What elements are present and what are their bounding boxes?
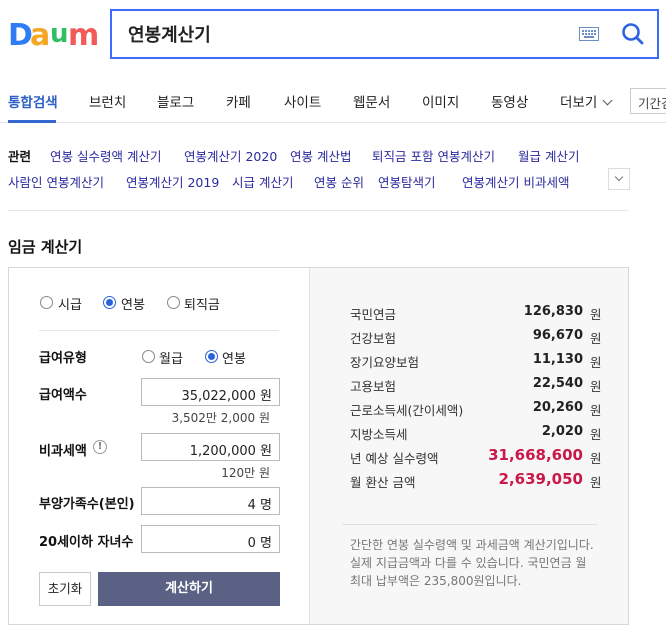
result-label: 장기요양보험 xyxy=(350,355,420,370)
related-link[interactable]: 연봉 계산법 xyxy=(290,146,351,165)
svg-text:u: u xyxy=(50,19,69,49)
result-value: 11,130 xyxy=(532,352,583,367)
active-tab-indicator xyxy=(8,120,56,123)
monthly-net-value: 2,639,050 xyxy=(498,470,583,488)
info-icon[interactable]: ! xyxy=(93,440,107,454)
chevron-down-icon xyxy=(602,95,613,106)
divider xyxy=(342,524,597,525)
nontax-hint: 120만 원 xyxy=(221,466,270,480)
tab-more[interactable]: 더보기 xyxy=(560,91,613,111)
related-link[interactable]: 연봉계산기 2019 xyxy=(126,172,219,191)
nontax-input[interactable]: 1,200,000 원 xyxy=(141,433,280,461)
related-link[interactable]: 시급 계산기 xyxy=(232,172,293,191)
pay-annual-radio[interactable] xyxy=(205,350,218,363)
result-label: 년 예상 실수령액 xyxy=(350,451,439,466)
annual-net-value: 31,668,600 xyxy=(488,446,583,464)
divider xyxy=(8,210,628,211)
mode-annual-radio[interactable] xyxy=(103,296,116,309)
salary-input[interactable]: 35,022,000 원 xyxy=(141,378,280,406)
related-link[interactable]: 연봉 순위 xyxy=(314,172,364,191)
search-icon[interactable] xyxy=(618,19,648,49)
reset-button[interactable]: 초기화 xyxy=(39,572,91,606)
result-label: 고용보험 xyxy=(350,379,397,394)
children-input[interactable]: 0 명 xyxy=(141,525,280,553)
related-searches: 관련 연봉 실수령액 계산기 연봉계산기 2020 연봉 계산법 퇴직금 포함 … xyxy=(8,146,630,196)
header: D a u m xyxy=(0,0,666,78)
tab-cafe[interactable]: 카페 xyxy=(226,91,251,111)
dependents-input[interactable]: 4 명 xyxy=(141,487,280,515)
tab-integrated[interactable]: 통합검색 xyxy=(8,91,58,111)
related-link[interactable]: 연봉탐색기 xyxy=(378,172,436,191)
result-unit: 원 xyxy=(590,379,602,394)
result-unit: 원 xyxy=(590,307,602,322)
mode-hourly-label: 시급 xyxy=(58,298,82,313)
chevron-down-icon xyxy=(614,172,624,182)
related-link[interactable]: 연봉 실수령액 계산기 xyxy=(50,146,161,165)
mode-hourly-radio[interactable] xyxy=(40,296,53,309)
result-unit: 원 xyxy=(590,475,602,490)
salary-hint: 3,502만 2,000 원 xyxy=(171,411,270,425)
result-unit: 원 xyxy=(590,403,602,418)
related-link[interactable]: 퇴직금 포함 연봉계산기 xyxy=(372,146,495,165)
result-label: 월 환산 금액 xyxy=(350,475,416,490)
related-link[interactable]: 월급 계산기 xyxy=(518,146,579,165)
mode-annual-label: 연봉 xyxy=(121,298,145,313)
calculator-input-panel: 시급 연봉 퇴직금 급여유형 월급 연봉 급여액수 35,022,000 원 3… xyxy=(9,268,309,624)
mode-severance-label: 퇴직금 xyxy=(184,298,220,313)
dependents-label: 부양가족수(본인) xyxy=(39,497,135,512)
result-value: 126,830 xyxy=(523,304,583,319)
svg-text:a: a xyxy=(30,18,50,53)
tab-site[interactable]: 사이트 xyxy=(284,91,321,111)
result-note: 간단한 연봉 실수령액 및 과세금액 계산기입니다. 실제 지급금액과 다를 수… xyxy=(350,538,594,588)
nontax-label: 비과세액 xyxy=(39,444,87,459)
tab-webdoc[interactable]: 웹문서 xyxy=(353,91,390,111)
result-label: 건강보험 xyxy=(350,331,397,346)
svg-text:m: m xyxy=(68,18,98,53)
related-link[interactable]: 연봉계산기 2020 xyxy=(184,146,277,165)
related-label: 관련 xyxy=(8,149,32,164)
calculator-result-panel: 국민연금 126,830 원 건강보험 96,670 원 장기요양보험 11,1… xyxy=(309,268,628,624)
result-label: 지방소득세 xyxy=(350,427,408,442)
divider xyxy=(39,330,279,331)
pay-type-label: 급여유형 xyxy=(39,351,87,366)
mode-severance-radio[interactable] xyxy=(167,296,180,309)
children-label: 20세이하 자녀수 xyxy=(39,535,134,550)
result-label: 국민연금 xyxy=(350,307,397,322)
daum-logo[interactable]: D a u m xyxy=(8,14,98,54)
result-unit: 원 xyxy=(590,355,602,370)
related-expand-button[interactable] xyxy=(608,168,630,190)
result-unit: 원 xyxy=(590,427,602,442)
tab-video[interactable]: 동영상 xyxy=(491,91,528,111)
tab-blog[interactable]: 블로그 xyxy=(157,91,194,111)
related-link[interactable]: 사람인 연봉계산기 xyxy=(8,172,104,191)
wage-calculator: 시급 연봉 퇴직금 급여유형 월급 연봉 급여액수 35,022,000 원 3… xyxy=(8,267,629,625)
calculate-button[interactable]: 계산하기 xyxy=(98,572,280,606)
calculator-title: 임금 계산기 xyxy=(8,238,83,256)
result-unit: 원 xyxy=(590,331,602,346)
tab-more-label: 더보기 xyxy=(560,95,598,111)
tab-image[interactable]: 이미지 xyxy=(422,91,459,111)
period-search-button[interactable]: 기간검색 xyxy=(630,88,666,114)
result-unit: 원 xyxy=(590,451,602,466)
result-label: 근로소득세(간이세액) xyxy=(350,403,464,418)
result-value: 22,540 xyxy=(532,376,583,391)
salary-label: 급여액수 xyxy=(39,388,87,403)
search-tabs: 통합검색 브런치 블로그 카페 사이트 웹문서 이미지 동영상 더보기 기간검색 xyxy=(0,78,666,123)
pay-annual-label: 연봉 xyxy=(222,352,246,367)
pay-monthly-radio[interactable] xyxy=(142,350,155,363)
search-input[interactable] xyxy=(128,21,548,47)
keyboard-icon[interactable] xyxy=(579,27,599,41)
search-box xyxy=(110,9,659,59)
result-value: 20,260 xyxy=(532,400,583,415)
tab-brunch[interactable]: 브런치 xyxy=(89,91,126,111)
pay-monthly-label: 월급 xyxy=(159,352,183,367)
result-value: 2,020 xyxy=(541,424,583,439)
result-value: 96,670 xyxy=(532,328,583,343)
related-link[interactable]: 연봉계산기 비과세액 xyxy=(462,172,569,191)
